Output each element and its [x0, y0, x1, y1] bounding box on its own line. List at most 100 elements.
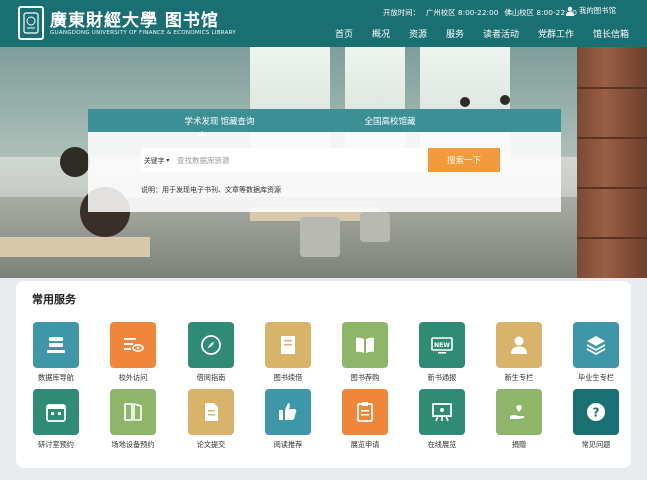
search-panel: 关键字 ▾ 查找数据库资源 搜索一下 说明：用于发现电子书刊、文章等数据库资源 [88, 132, 561, 212]
service-open-book[interactable]: 图书荐购 [330, 322, 400, 383]
service-tile[interactable]: ? [573, 389, 619, 435]
service-question[interactable]: ? 常见问题 [561, 389, 631, 450]
hero-desk [0, 237, 150, 257]
service-tile[interactable] [188, 322, 234, 368]
nav-reader-activities[interactable]: 读者活动 [483, 27, 538, 40]
question-icon: ? [587, 403, 605, 421]
nav-director-mailbox[interactable]: 馆长信箱 [593, 27, 633, 40]
service-new-badge[interactable]: NEW 新书通报 [407, 322, 477, 383]
library-name-en: GUANGDONG UNIVERSITY OF FINANCE & ECONOM… [50, 30, 236, 36]
my-library-label: 我的图书馆 [579, 6, 616, 15]
service-label: 在线展览 [427, 440, 457, 449]
service-calendar[interactable]: 研讨室预约 [21, 389, 91, 450]
tab-collection-search[interactable]: 馆藏查询 [160, 115, 315, 127]
hero-chair [300, 217, 340, 257]
nav-resources[interactable]: 资源 [409, 27, 446, 40]
book-icon [281, 336, 295, 354]
equipment-icon [124, 402, 142, 421]
service-tile[interactable] [573, 322, 619, 368]
service-label: 展览申请 [350, 440, 380, 449]
service-label: 毕业生专栏 [578, 373, 614, 382]
library-name-cn[interactable]: 廣東財經大學 图书馆 [50, 6, 219, 31]
easel-icon [432, 403, 452, 422]
service-easel[interactable]: 在线展览 [407, 389, 477, 450]
search-field-select[interactable]: 关键字 ▾ [141, 148, 171, 172]
university-seal-logo[interactable] [18, 6, 44, 40]
service-label: 新书通报 [427, 373, 457, 382]
service-label: 论文提交 [196, 440, 226, 449]
service-tile[interactable] [110, 322, 156, 368]
service-tile[interactable] [265, 389, 311, 435]
service-tile[interactable] [342, 322, 388, 368]
site-header: 廣東財經大學 图书馆 GUANGDONG UNIVERSITY OF FINAN… [0, 0, 647, 47]
my-library-link[interactable]: 我的图书馆 [565, 5, 616, 16]
service-label: 数据库导航 [38, 373, 74, 382]
service-equipment[interactable]: 场地设备预约 [98, 389, 168, 450]
service-thumbs-up[interactable]: 阅读推荐 [253, 389, 323, 450]
service-compass[interactable]: 借阅指南 [176, 322, 246, 383]
remote-access-icon [124, 338, 144, 353]
opening-hours: 开放时间： 广州校区 8:00-22:00 佛山校区 8:00-22:30 [383, 7, 583, 18]
search-tabs: 学术发现 馆藏查询 全国高校馆藏 [88, 109, 561, 136]
service-tile[interactable]: NEW [419, 322, 465, 368]
clipboard-icon [357, 402, 373, 422]
service-book[interactable]: 图书续借 [253, 322, 323, 383]
svg-text:?: ? [593, 406, 600, 420]
service-label: 校外访问 [118, 373, 148, 382]
search-input[interactable]: 查找数据库资源 [171, 148, 426, 172]
hero-shelf-line [577, 187, 647, 189]
new-badge-icon: NEW [431, 337, 453, 354]
nav-overview[interactable]: 概况 [372, 27, 409, 40]
service-label: 图书荐购 [350, 373, 380, 382]
service-clipboard[interactable]: 展览申请 [330, 389, 400, 450]
layers-icon [586, 336, 606, 356]
service-document[interactable]: 论文提交 [176, 389, 246, 450]
service-tile[interactable] [33, 322, 79, 368]
service-layers[interactable]: 毕业生专栏 [561, 322, 631, 383]
common-services-panel: 常用服务 数据库导航 校外访问 借阅指南 图书续借 图书荐购 NEW 新书通报 新生专栏 毕业生… [16, 281, 631, 468]
person-icon [511, 336, 527, 354]
hero-shelf-line [577, 137, 647, 139]
service-label: 新生专栏 [504, 373, 534, 382]
calendar-icon [46, 404, 66, 422]
compass-icon [201, 335, 221, 355]
service-person[interactable]: 新生专栏 [484, 322, 554, 383]
document-icon [205, 403, 218, 421]
service-donate-heart[interactable]: 捐赠 [484, 389, 554, 450]
service-tile[interactable] [419, 389, 465, 435]
service-tile[interactable] [110, 389, 156, 435]
services-title: 常用服务 [32, 293, 76, 306]
hero-shelf-line [577, 87, 647, 89]
service-tile[interactable] [188, 389, 234, 435]
search-field-value: 关键字 [144, 157, 165, 165]
hero-student [500, 95, 510, 105]
nav-home[interactable]: 首页 [335, 27, 372, 40]
nav-party-work[interactable]: 党群工作 [538, 27, 593, 40]
seal-icon [23, 12, 39, 34]
hours-campus-guangzhou: 广州校区 8:00-22:00 [425, 8, 499, 17]
tab-national-collections[interactable]: 全国高校馆藏 [315, 115, 465, 127]
service-label: 图书续借 [273, 373, 303, 382]
nav-services[interactable]: 服务 [446, 27, 483, 40]
service-label: 研讨室预约 [38, 440, 74, 449]
service-tile[interactable] [33, 389, 79, 435]
service-tile[interactable] [265, 322, 311, 368]
service-label: 捐赠 [511, 440, 527, 449]
search-button[interactable]: 搜索一下 [428, 148, 500, 172]
service-label: 阅读推荐 [273, 440, 303, 449]
open-book-icon [356, 337, 374, 353]
chevron-down-icon: ▾ [166, 156, 170, 164]
hero-shelf-line [577, 237, 647, 239]
database-icon [47, 337, 65, 353]
thumbs-up-icon [279, 403, 297, 420]
donate-heart-icon [510, 404, 525, 419]
service-label: 常见问题 [581, 440, 611, 449]
service-tile[interactable] [496, 322, 542, 368]
service-remote-access[interactable]: 校外访问 [98, 322, 168, 383]
service-tile[interactable] [496, 389, 542, 435]
service-tile[interactable] [342, 389, 388, 435]
hero-student [60, 147, 90, 177]
service-database[interactable]: 数据库导航 [21, 322, 91, 383]
service-label: 借阅指南 [196, 373, 226, 382]
svg-text:NEW: NEW [434, 342, 450, 349]
